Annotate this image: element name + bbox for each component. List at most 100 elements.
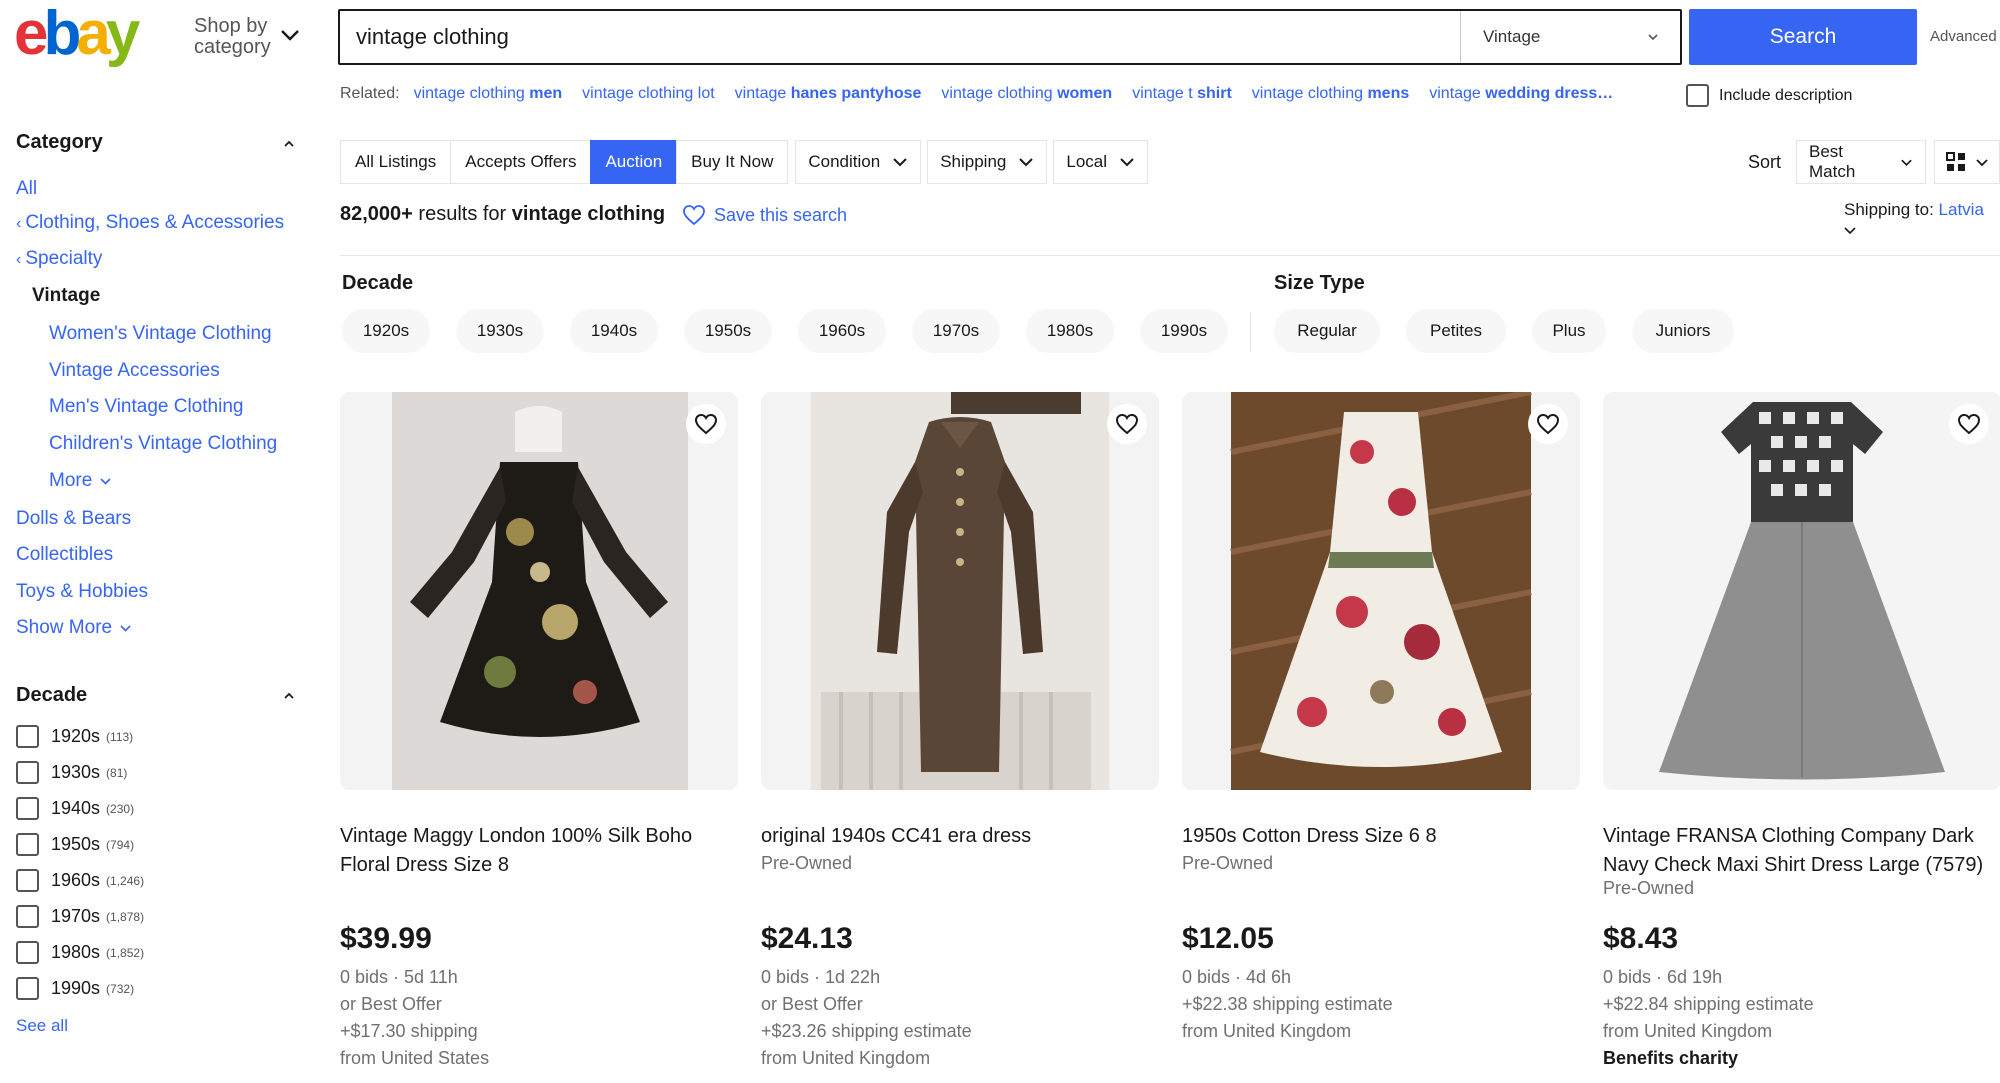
related-link[interactable]: vintage t shirt	[1132, 85, 1232, 103]
tab-all-listings[interactable]: All Listings	[340, 140, 452, 184]
category-other-link[interactable]: Collectibles	[16, 544, 113, 566]
listing-image[interactable]	[340, 392, 738, 790]
watch-button[interactable]	[1949, 404, 1989, 444]
listing-image[interactable]	[761, 392, 1159, 790]
listing-image[interactable]	[1603, 392, 2000, 790]
watch-button[interactable]	[1107, 404, 1147, 444]
decade-filter-option[interactable]: 1990s (732)	[16, 977, 134, 1000]
decade-pill[interactable]: 1980s	[1026, 309, 1114, 353]
decade-pill[interactable]: 1950s	[684, 309, 772, 353]
decade-pill[interactable]: 1920s	[342, 309, 430, 353]
ebay-logo[interactable]: ebay	[14, 4, 180, 72]
decade-pill[interactable]: 1930s	[456, 309, 544, 353]
decade-pill[interactable]: 1940s	[570, 309, 658, 353]
listing-card[interactable]: 1950s Cotton Dress Size 6 8 Pre-Owned $1…	[1182, 392, 1580, 1041]
search-input[interactable]	[340, 11, 1460, 63]
listing-card[interactable]: original 1940s CC41 era dress Pre-Owned …	[761, 392, 1159, 1068]
related-link[interactable]: vintage hanes pantyhose	[735, 85, 922, 103]
search-category-select[interactable]: Vintage	[1460, 11, 1680, 63]
decade-pill[interactable]: 1960s	[798, 309, 886, 353]
decade-checkbox[interactable]	[16, 869, 39, 892]
category-heading[interactable]: Category	[16, 131, 103, 154]
category-more-link[interactable]: More	[49, 470, 111, 492]
decade-filter-option[interactable]: 1960s (1,246)	[16, 869, 144, 892]
size-type-pill[interactable]: Juniors	[1632, 309, 1734, 353]
search-bar: Vintage	[338, 9, 1682, 65]
local-dropdown[interactable]: Local	[1053, 140, 1148, 184]
condition-dropdown[interactable]: Condition	[795, 140, 922, 184]
decade-aspect-heading: Decade	[342, 272, 414, 294]
listing-condition: Pre-Owned	[1603, 878, 1695, 898]
category-parent-link[interactable]: ‹ Clothing, Shoes & Accessories	[16, 212, 284, 234]
decade-filter-option[interactable]: 1940s (230)	[16, 797, 134, 820]
decade-filter-option[interactable]: 1930s (81)	[16, 761, 127, 784]
chevron-up-icon[interactable]	[282, 691, 296, 701]
decade-checkbox[interactable]	[16, 941, 39, 964]
show-more-link[interactable]: Show More	[16, 617, 131, 639]
related-link-text: vintage clothing	[941, 85, 1053, 102]
decade-pill[interactable]: 1970s	[912, 309, 1000, 353]
shipping-to-label: Shipping to:	[1844, 200, 1934, 219]
sort-dropdown[interactable]: Best Match	[1796, 140, 1926, 184]
listing-title[interactable]: original 1940s CC41 era dress	[761, 822, 1159, 851]
category-parent-link[interactable]: ‹ Specialty	[16, 248, 102, 270]
shop-by-line1: Shop by	[194, 15, 268, 37]
decade-filter-option[interactable]: 1920s (113)	[16, 725, 133, 748]
include-description-checkbox[interactable]	[1686, 84, 1709, 107]
related-link[interactable]: vintage clothing women	[941, 85, 1112, 103]
related-searches: Related: vintage clothing men vintage cl…	[340, 85, 1656, 103]
search-button[interactable]: Search	[1689, 9, 1917, 65]
category-all-link[interactable]: All	[16, 178, 37, 200]
listing-card[interactable]: Vintage FRANSA Clothing Company Dark Nav…	[1603, 392, 2000, 1068]
category-child-link[interactable]: Children's Vintage Clothing	[49, 433, 277, 455]
listing-price: $39.99	[340, 922, 432, 955]
size-type-pill[interactable]: Plus	[1532, 309, 1606, 353]
chevron-up-icon[interactable]	[282, 139, 296, 149]
listing-title[interactable]: Vintage Maggy London 100% Silk Boho Flor…	[340, 822, 738, 880]
decade-checkbox[interactable]	[16, 833, 39, 856]
shop-by-line2: category	[194, 36, 271, 58]
decade-count: (230)	[106, 801, 135, 816]
size-type-pill[interactable]: Petites	[1406, 309, 1506, 353]
category-other-link[interactable]: Dolls & Bears	[16, 508, 131, 530]
listing-title[interactable]: Vintage FRANSA Clothing Company Dark Nav…	[1603, 822, 2000, 880]
include-description-option[interactable]: Include description	[1686, 84, 1852, 107]
decade-checkbox[interactable]	[16, 761, 39, 784]
watch-button[interactable]	[1528, 404, 1568, 444]
decade-filter-option[interactable]: 1970s (1,878)	[16, 905, 144, 928]
listing-card[interactable]: Vintage Maggy London 100% Silk Boho Flor…	[340, 392, 738, 1068]
chevron-down-icon[interactable]	[280, 28, 300, 42]
category-more-label: More	[49, 470, 93, 491]
related-link[interactable]: vintage clothing men	[414, 85, 563, 103]
decade-filter-option[interactable]: 1950s (794)	[16, 833, 134, 856]
decade-checkbox[interactable]	[16, 977, 39, 1000]
shipping-dropdown[interactable]: Shipping	[927, 140, 1048, 184]
decade-count: (1,878)	[106, 909, 145, 924]
advanced-search-link[interactable]: Advanced	[1930, 28, 1997, 45]
category-other-link[interactable]: Toys & Hobbies	[16, 581, 148, 603]
decade-filter-heading[interactable]: Decade	[16, 684, 87, 707]
see-all-link[interactable]: See all	[16, 1016, 68, 1036]
decade-checkbox[interactable]	[16, 725, 39, 748]
related-link[interactable]: vintage clothing mens	[1252, 85, 1409, 103]
decade-pill[interactable]: 1990s	[1140, 309, 1228, 353]
decade-checkbox[interactable]	[16, 905, 39, 928]
decade-checkbox[interactable]	[16, 797, 39, 820]
category-child-link[interactable]: Women's Vintage Clothing	[49, 323, 272, 345]
save-search-button[interactable]: Save this search	[682, 204, 847, 226]
view-toggle[interactable]	[1934, 140, 2000, 184]
related-link[interactable]: vintage clothing lot	[582, 85, 715, 103]
listing-image[interactable]	[1182, 392, 1580, 790]
tab-accepts-offers[interactable]: Accepts Offers	[450, 140, 592, 184]
category-child-link[interactable]: Men's Vintage Clothing	[49, 396, 243, 418]
category-child-link[interactable]: Vintage Accessories	[49, 360, 220, 382]
shop-by-category[interactable]: Shop by category	[194, 16, 271, 58]
watch-button[interactable]	[686, 404, 726, 444]
size-type-pill[interactable]: Regular	[1274, 309, 1380, 353]
decade-filter-option[interactable]: 1980s (1,852)	[16, 941, 144, 964]
shipping-to[interactable]: Shipping to: Latvia	[1844, 200, 2000, 240]
tab-buy-it-now[interactable]: Buy It Now	[676, 140, 789, 184]
related-link[interactable]: vintage wedding dress…	[1429, 85, 1613, 103]
listing-title[interactable]: 1950s Cotton Dress Size 6 8	[1182, 822, 1580, 851]
tab-auction[interactable]: Auction	[590, 140, 678, 184]
